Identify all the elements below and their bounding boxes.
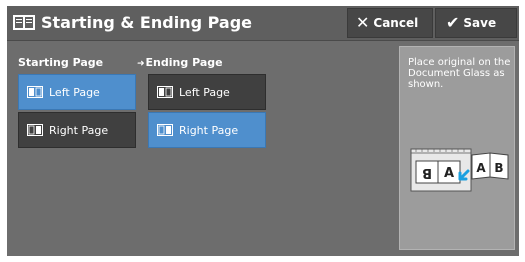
svg-text:A: A (476, 161, 486, 175)
book-pages-icon (13, 15, 35, 30)
ending-right-page-label: Right Page (179, 123, 239, 137)
book-on-glass-illustration: B A A B (410, 148, 509, 192)
cancel-label: Cancel (373, 16, 419, 30)
cancel-button[interactable]: ✕ Cancel (347, 8, 433, 38)
instruction-panel: Place original on the Document Glass as … (399, 46, 515, 250)
dialog: Starting & Ending Page ✕ Cancel ✔ Save S… (7, 6, 519, 256)
page-title: Starting & Ending Page (41, 13, 252, 32)
starting-right-page-button[interactable]: Right Page (18, 112, 136, 148)
starting-left-page-label: Left Page (49, 85, 100, 99)
ending-left-page-label: Left Page (179, 85, 230, 99)
svg-text:B: B (494, 161, 503, 175)
instruction-text: Place original on the Document Glass as … (408, 57, 511, 90)
ending-page-heading: ➜Ending Page (137, 56, 223, 69)
arrow-right-icon: ➜ (137, 59, 145, 69)
starting-page-label: Starting Page (18, 56, 104, 69)
x-icon: ✕ (356, 13, 370, 32)
left-page-icon (27, 86, 43, 98)
svg-text:B: B (422, 165, 432, 180)
ending-page-label: Ending Page (145, 56, 223, 69)
left-page-icon (157, 86, 173, 98)
save-button[interactable]: ✔ Save (435, 8, 517, 38)
right-page-icon (27, 124, 43, 136)
ending-left-page-button[interactable]: Left Page (148, 74, 266, 110)
starting-left-page-button[interactable]: Left Page (18, 74, 136, 110)
save-label: Save (463, 16, 497, 30)
title-bar: Starting & Ending Page ✕ Cancel ✔ Save (7, 6, 519, 41)
checkmark-icon: ✔ (446, 13, 460, 32)
svg-text:A: A (444, 166, 454, 181)
ending-right-page-button[interactable]: Right Page (148, 112, 266, 148)
starting-right-page-label: Right Page (49, 123, 109, 137)
right-page-icon (157, 124, 173, 136)
